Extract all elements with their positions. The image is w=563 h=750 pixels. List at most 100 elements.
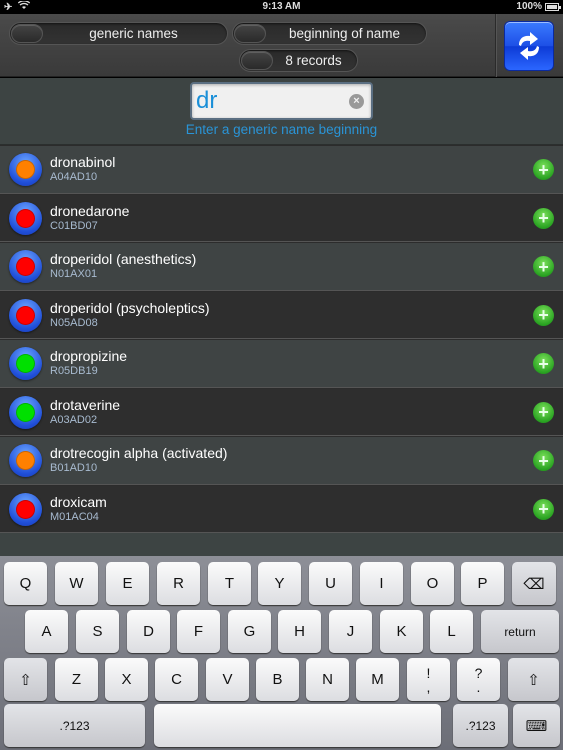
key-x[interactable]: X	[105, 658, 148, 701]
key-p[interactable]: P	[461, 562, 504, 605]
key-label: .?123	[465, 718, 496, 733]
key-g[interactable]: G	[228, 610, 271, 653]
atc-code: R05DB19	[50, 365, 98, 377]
toggle-knob[interactable]	[234, 24, 266, 43]
key-label: C	[171, 671, 182, 688]
status-dot-core	[16, 354, 35, 373]
key-q[interactable]: Q	[4, 562, 47, 605]
keyboard: Q W E R T Y U I O P ⌫ A S D F G H J K Lreturn ⇧ Z X C V B N M!,?. ⇧.…	[0, 556, 563, 750]
plus-icon[interactable]: +	[533, 207, 554, 229]
key-k[interactable]: K	[380, 610, 423, 653]
list-item[interactable]: droxicam M01AC04 +	[0, 484, 563, 533]
numbers-key[interactable]: .?123	[453, 704, 508, 747]
key-l[interactable]: L	[430, 610, 473, 653]
key-label: P	[477, 575, 488, 592]
key-w[interactable]: W	[55, 562, 98, 605]
list-item[interactable]: drotrecogin alpha (activated) B01AD10 +	[0, 436, 563, 485]
space-key[interactable]	[154, 704, 441, 747]
search-hint: Enter a generic name beginning	[185, 122, 378, 137]
key-label: B	[272, 671, 283, 688]
key-label: G	[243, 623, 256, 640]
key-label: J	[346, 623, 355, 640]
key-label: ⇧	[19, 671, 32, 689]
key-label: F	[193, 623, 204, 640]
key-t[interactable]: T	[208, 562, 251, 605]
beginning-of-name-toggle[interactable]: beginning of name	[232, 22, 427, 45]
key-o[interactable]: O	[411, 562, 454, 605]
key-e[interactable]: E	[106, 562, 149, 605]
status-dot-core	[16, 208, 35, 228]
atc-code: B01AD10	[50, 462, 98, 474]
numbers-key[interactable]: .?123	[4, 704, 145, 747]
key-!,[interactable]: !,	[407, 658, 450, 701]
toggle-knob[interactable]	[241, 51, 273, 70]
key-i[interactable]: I	[360, 562, 403, 605]
drug-name: droperidol (psycholeptics)	[50, 299, 210, 316]
key-h[interactable]: H	[278, 610, 321, 653]
key-label: Y	[274, 575, 285, 592]
status-dot-core	[16, 451, 35, 470]
search-box: ×	[190, 82, 373, 120]
key-v[interactable]: V	[206, 658, 249, 701]
records-toggle[interactable]: 8 records	[239, 49, 358, 72]
status-dot-icon	[9, 347, 42, 380]
atc-code: A03AD02	[50, 413, 98, 426]
clear-icon[interactable]: ×	[349, 94, 364, 109]
atc-code: M01AC04	[50, 510, 99, 523]
key-z[interactable]: Z	[55, 658, 98, 701]
key-u[interactable]: U	[309, 562, 352, 605]
key-label: Z	[71, 671, 82, 688]
key-m[interactable]: M	[356, 658, 399, 701]
toggle-knob[interactable]	[11, 24, 43, 43]
key-r[interactable]: R	[157, 562, 200, 605]
key-label: I	[379, 575, 384, 592]
plus-icon[interactable]: +	[533, 159, 554, 180]
list-item[interactable]: droperidol (psycholeptics) N05AD08 +	[0, 290, 563, 339]
list-footer	[0, 532, 563, 556]
generic-names-toggle[interactable]: generic names	[9, 22, 228, 45]
status-dot-icon	[9, 444, 42, 477]
key-?.[interactable]: ?.	[457, 658, 500, 701]
clock: 9:13 AM	[262, 1, 301, 12]
shift-key[interactable]: ⇧	[4, 658, 47, 701]
list-item[interactable]: dropropizine R05DB19 +	[0, 339, 563, 388]
key-label: ?	[474, 664, 483, 681]
key-label: !	[426, 664, 431, 681]
plus-icon[interactable]: +	[533, 304, 554, 326]
key-label: ⇧	[527, 671, 540, 689]
search-input[interactable]	[196, 87, 346, 115]
key-n[interactable]: N	[306, 658, 349, 701]
key-y[interactable]: Y	[258, 562, 301, 605]
key-c[interactable]: C	[155, 658, 198, 701]
drug-name: droxicam	[50, 493, 107, 510]
plus-icon[interactable]: +	[533, 353, 554, 374]
key-a[interactable]: A	[25, 610, 68, 653]
list-item[interactable]: dronabinol A04AD10 +	[0, 145, 563, 194]
shift-key[interactable]: ⇧	[508, 658, 559, 701]
key-label: V	[222, 671, 233, 688]
list-item[interactable]: dronedarone C01BD07 +	[0, 193, 563, 242]
plus-icon[interactable]: +	[533, 256, 554, 277]
hide-keyboard-key[interactable]: ⌨	[513, 704, 560, 747]
key-j[interactable]: J	[329, 610, 372, 653]
key-label: ,	[426, 678, 431, 695]
list-item[interactable]: drotaverine A03AD02 +	[0, 387, 563, 436]
refresh-button[interactable]	[504, 21, 554, 71]
key-label: ⌫	[523, 575, 545, 593]
plus-icon[interactable]: +	[533, 450, 554, 471]
drug-name: drotaverine	[50, 396, 121, 413]
battery-icon	[545, 2, 561, 11]
backspace-key[interactable]: ⌫	[512, 562, 556, 605]
key-label: K	[396, 623, 407, 640]
plus-icon[interactable]: +	[533, 498, 554, 520]
list-item[interactable]: droperidol (anesthetics) N01AX01 +	[0, 242, 563, 291]
key-s[interactable]: S	[76, 610, 119, 653]
key-f[interactable]: F	[177, 610, 220, 653]
status-dot-core	[16, 160, 35, 179]
key-d[interactable]: D	[127, 610, 170, 653]
key-label: O	[426, 575, 439, 592]
return-key[interactable]: return	[481, 610, 559, 653]
key-label: H	[294, 623, 305, 640]
key-b[interactable]: B	[256, 658, 299, 701]
plus-icon[interactable]: +	[533, 401, 554, 423]
